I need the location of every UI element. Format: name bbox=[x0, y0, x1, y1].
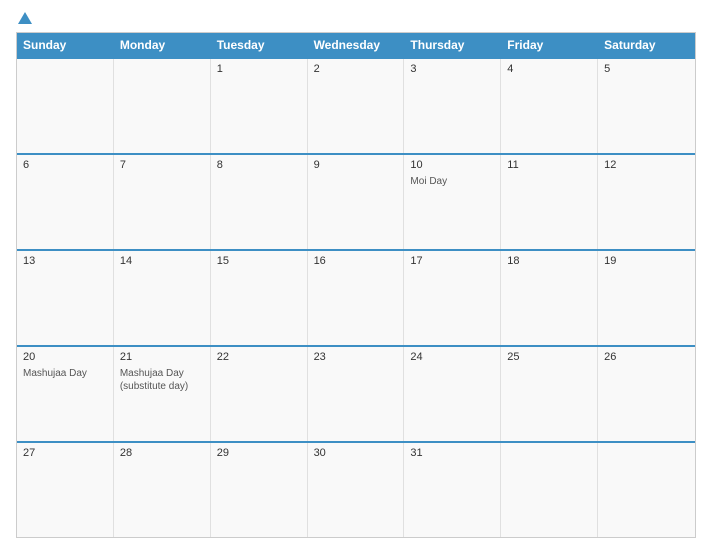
day-headers-row: SundayMondayTuesdayWednesdayThursdayFrid… bbox=[17, 33, 695, 57]
day-number: 10 bbox=[410, 159, 494, 171]
day-number: 17 bbox=[410, 255, 494, 267]
day-number: 30 bbox=[314, 447, 398, 459]
day-cell bbox=[17, 59, 114, 153]
day-cell: 10 Moi Day bbox=[404, 155, 501, 249]
day-number: 13 bbox=[23, 255, 107, 267]
day-cell: 13 bbox=[17, 251, 114, 345]
week-row-5: 27 28 29 30 31 bbox=[17, 441, 695, 537]
day-number: 12 bbox=[604, 159, 689, 171]
holiday-label: Moi Day bbox=[410, 175, 494, 188]
day-cell: 18 bbox=[501, 251, 598, 345]
day-number: 2 bbox=[314, 63, 398, 75]
day-cell: 15 bbox=[211, 251, 308, 345]
day-number: 19 bbox=[604, 255, 689, 267]
day-number: 20 bbox=[23, 351, 107, 363]
day-number: 15 bbox=[217, 255, 301, 267]
week-row-2: 6 7 8 9 10 Moi Day 11 12 bbox=[17, 153, 695, 249]
day-cell: 30 bbox=[308, 443, 405, 537]
calendar-grid: SundayMondayTuesdayWednesdayThursdayFrid… bbox=[16, 32, 696, 538]
day-header-tuesday: Tuesday bbox=[211, 33, 308, 57]
header bbox=[16, 12, 696, 24]
day-cell: 17 bbox=[404, 251, 501, 345]
day-cell: 6 bbox=[17, 155, 114, 249]
day-number: 25 bbox=[507, 351, 591, 363]
day-cell: 8 bbox=[211, 155, 308, 249]
day-number: 22 bbox=[217, 351, 301, 363]
day-cell: 12 bbox=[598, 155, 695, 249]
day-number: 31 bbox=[410, 447, 494, 459]
day-number: 26 bbox=[604, 351, 689, 363]
day-number: 11 bbox=[507, 159, 591, 171]
calendar-page: SundayMondayTuesdayWednesdayThursdayFrid… bbox=[0, 0, 712, 550]
day-cell: 16 bbox=[308, 251, 405, 345]
weeks-container: 12345678910Moi Day11121314151617181920Ma… bbox=[17, 57, 695, 537]
day-header-friday: Friday bbox=[501, 33, 598, 57]
day-number: 6 bbox=[23, 159, 107, 171]
day-cell: 9 bbox=[308, 155, 405, 249]
day-header-wednesday: Wednesday bbox=[308, 33, 405, 57]
day-cell: 1 bbox=[211, 59, 308, 153]
day-number: 14 bbox=[120, 255, 204, 267]
day-cell: 23 bbox=[308, 347, 405, 441]
day-cell: 29 bbox=[211, 443, 308, 537]
day-number: 8 bbox=[217, 159, 301, 171]
day-cell bbox=[501, 443, 598, 537]
day-cell: 21 Mashujaa Day (substitute day) bbox=[114, 347, 211, 441]
day-cell: 31 bbox=[404, 443, 501, 537]
day-number: 3 bbox=[410, 63, 494, 75]
day-header-thursday: Thursday bbox=[404, 33, 501, 57]
day-number: 28 bbox=[120, 447, 204, 459]
day-cell: 20 Mashujaa Day bbox=[17, 347, 114, 441]
day-cell: 4 bbox=[501, 59, 598, 153]
day-cell: 3 bbox=[404, 59, 501, 153]
day-cell: 11 bbox=[501, 155, 598, 249]
day-cell: 22 bbox=[211, 347, 308, 441]
day-cell bbox=[114, 59, 211, 153]
day-header-monday: Monday bbox=[114, 33, 211, 57]
day-number: 5 bbox=[604, 63, 689, 75]
day-number: 7 bbox=[120, 159, 204, 171]
day-cell: 7 bbox=[114, 155, 211, 249]
week-row-3: 13 14 15 16 17 18 19 bbox=[17, 249, 695, 345]
day-cell: 25 bbox=[501, 347, 598, 441]
week-row-1: 12345 bbox=[17, 57, 695, 153]
holiday-label: Mashujaa Day bbox=[23, 367, 107, 380]
day-number: 24 bbox=[410, 351, 494, 363]
day-number: 27 bbox=[23, 447, 107, 459]
day-number: 16 bbox=[314, 255, 398, 267]
holiday-label: Mashujaa Day (substitute day) bbox=[120, 367, 204, 393]
logo bbox=[16, 12, 34, 24]
day-cell: 24 bbox=[404, 347, 501, 441]
day-cell: 28 bbox=[114, 443, 211, 537]
day-number: 21 bbox=[120, 351, 204, 363]
day-cell: 2 bbox=[308, 59, 405, 153]
day-cell bbox=[598, 443, 695, 537]
day-number: 1 bbox=[217, 63, 301, 75]
day-number: 29 bbox=[217, 447, 301, 459]
day-cell: 19 bbox=[598, 251, 695, 345]
day-number: 23 bbox=[314, 351, 398, 363]
day-number: 9 bbox=[314, 159, 398, 171]
day-number: 18 bbox=[507, 255, 591, 267]
day-header-saturday: Saturday bbox=[598, 33, 695, 57]
day-cell: 27 bbox=[17, 443, 114, 537]
day-header-sunday: Sunday bbox=[17, 33, 114, 57]
day-cell: 14 bbox=[114, 251, 211, 345]
logo-triangle-icon bbox=[18, 12, 32, 24]
day-number: 4 bbox=[507, 63, 591, 75]
week-row-4: 20 Mashujaa Day 21 Mashujaa Day (substitute… bbox=[17, 345, 695, 441]
day-cell: 26 bbox=[598, 347, 695, 441]
day-cell: 5 bbox=[598, 59, 695, 153]
